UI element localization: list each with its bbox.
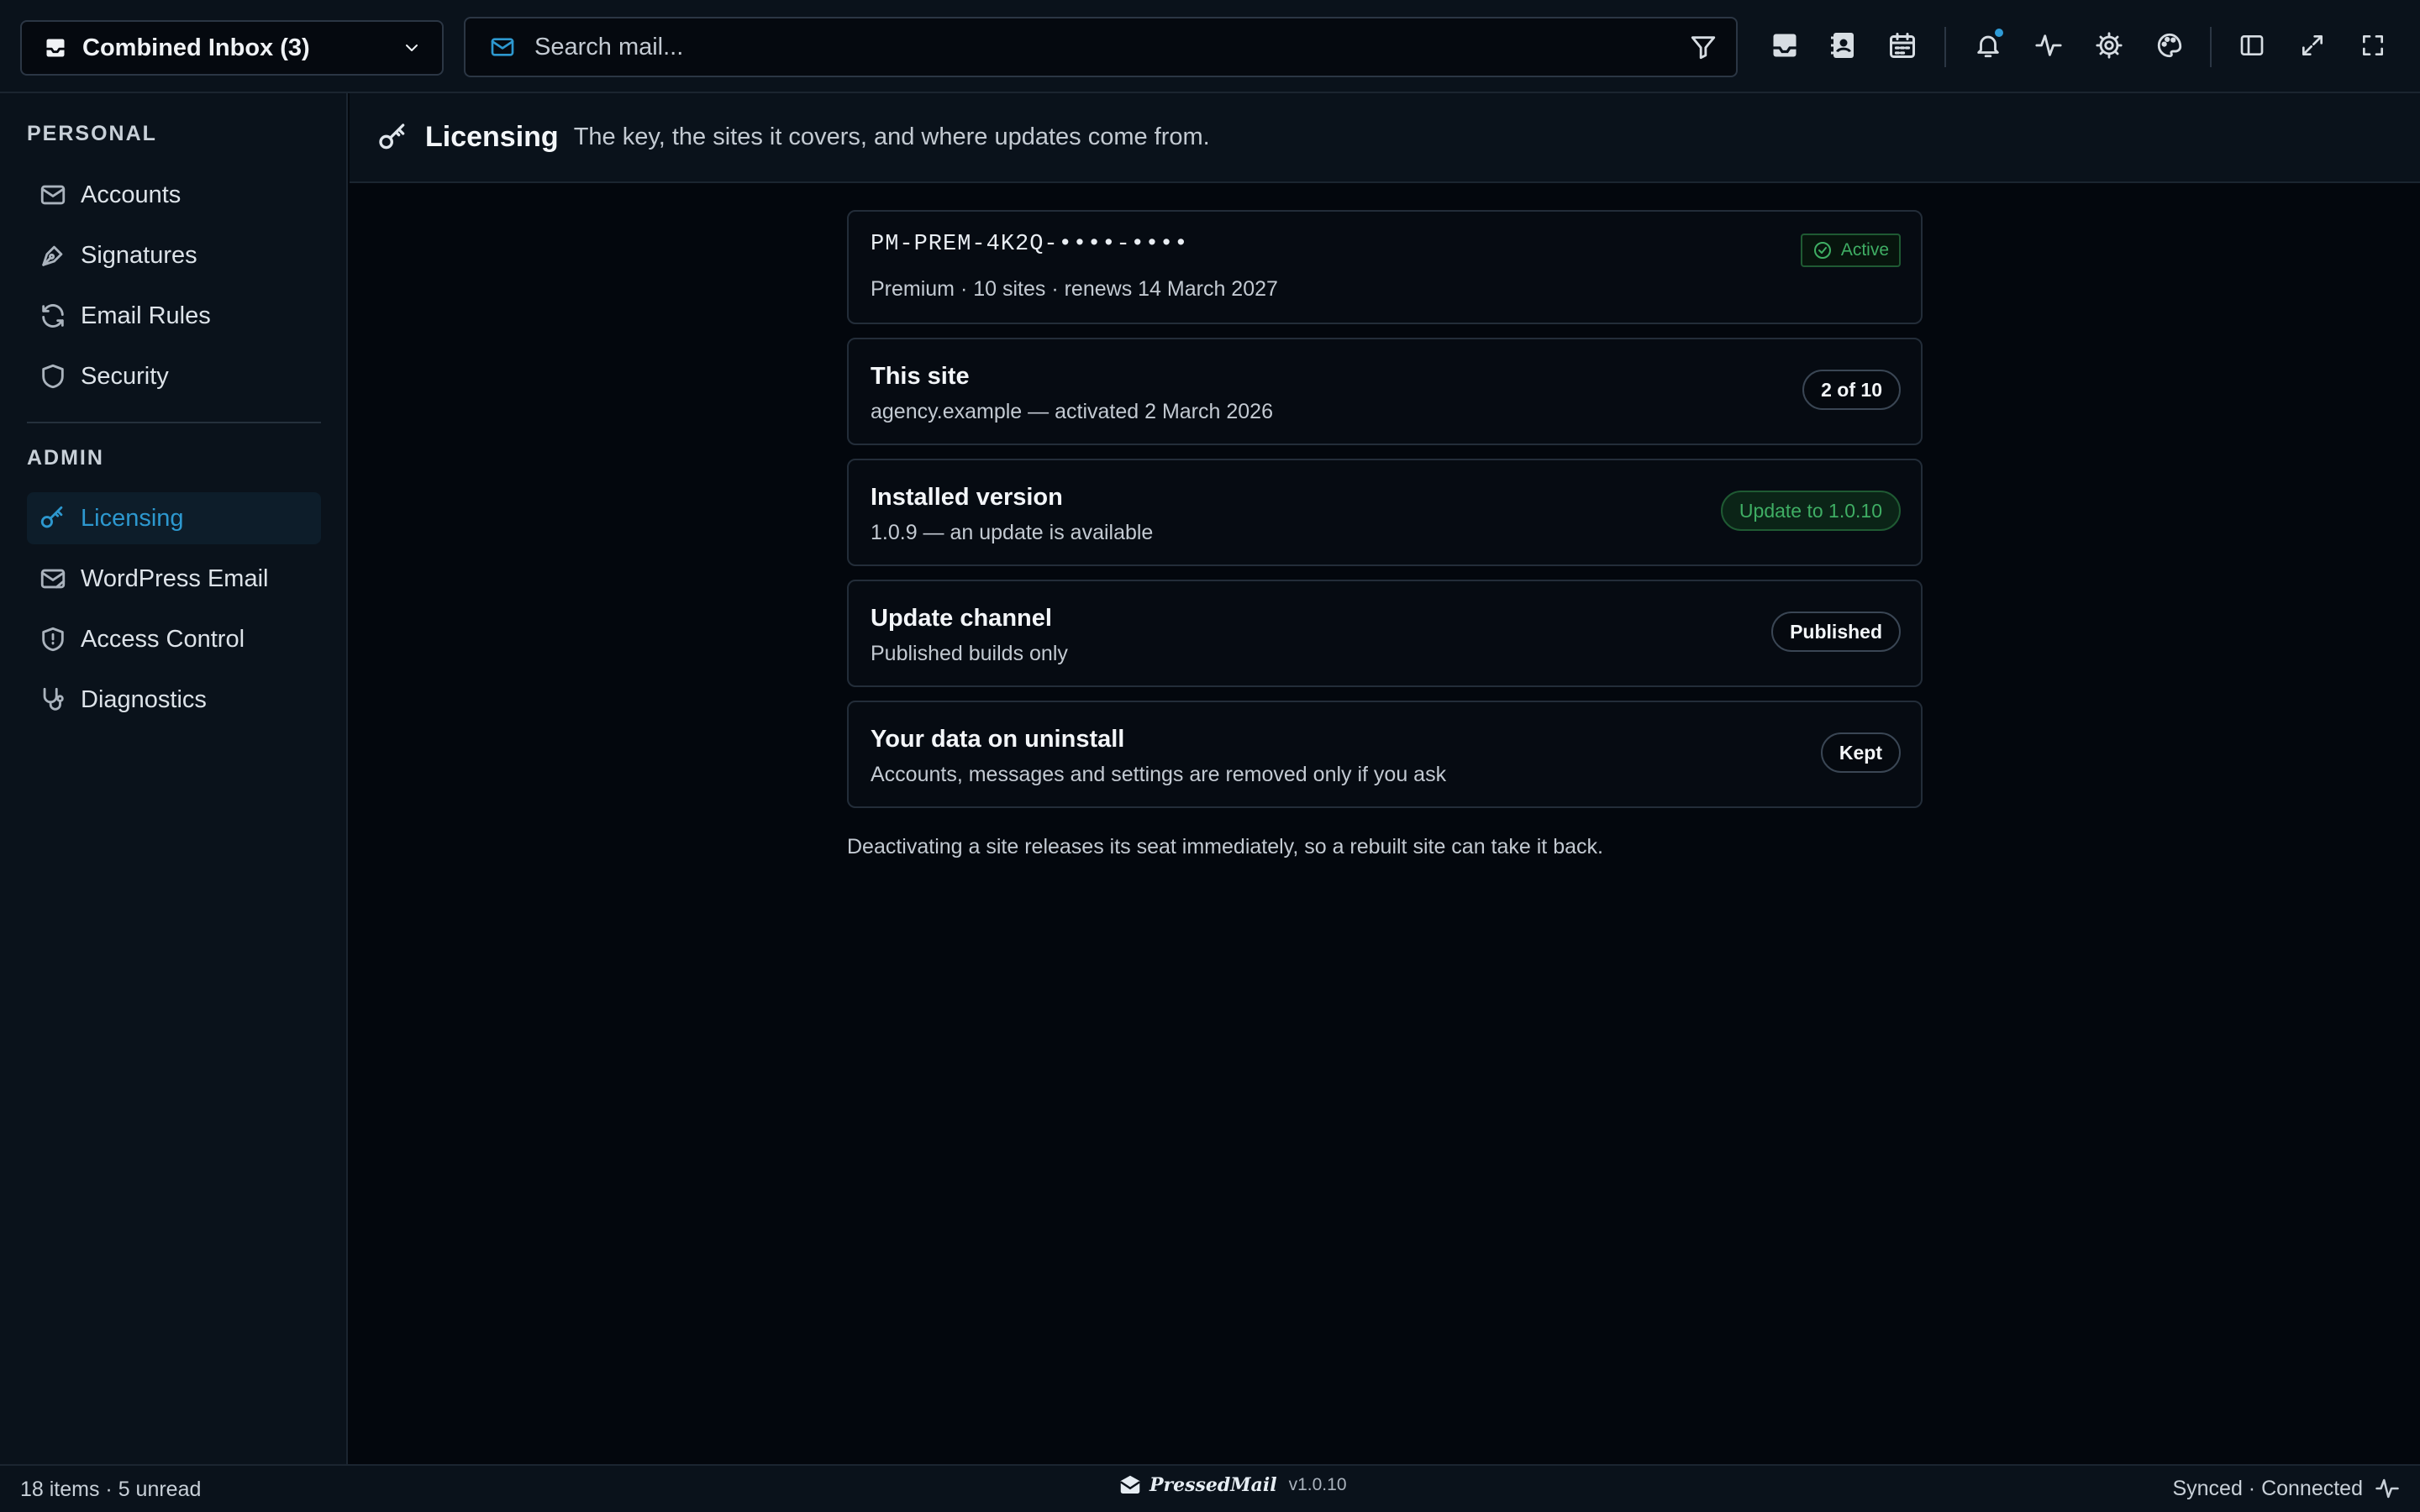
update-channel-card: Update channel Published builds only Pub… xyxy=(847,580,1923,687)
sidebar-item-access-control[interactable]: Access Control xyxy=(27,613,321,665)
card-subtitle: agency.example — activated 2 March 2026 xyxy=(871,400,1273,423)
license-key: PM-PREM-4K2Q-••••-•••• xyxy=(871,232,1189,257)
expand-button[interactable] xyxy=(2296,29,2329,62)
sidebar-item-label: WordPress Email xyxy=(81,564,269,592)
sidebar-item-label: Access Control xyxy=(81,625,245,653)
sidebar-divider xyxy=(27,422,321,423)
expand-icon xyxy=(2302,35,2323,55)
sync-status: Synced · Connected xyxy=(2172,1476,2363,1500)
chevron-down-icon xyxy=(406,45,418,51)
uninstall-data-pill[interactable]: Kept xyxy=(1820,732,1901,773)
shield-icon xyxy=(42,364,64,389)
notifications-button[interactable] xyxy=(1971,29,2005,62)
inbox-selector[interactable]: Combined Inbox (3) xyxy=(20,20,444,76)
card-title: Installed version xyxy=(871,484,1063,511)
sidebar-item-security[interactable]: Security xyxy=(27,350,321,402)
toolbar-divider xyxy=(1944,27,1946,67)
status-badge-label: Active xyxy=(1840,240,1889,260)
status-badge: Active xyxy=(1800,234,1901,267)
card-title: This site xyxy=(871,363,970,390)
license-details: Premium · 10 sites · renews 14 March 202… xyxy=(871,277,1278,301)
inbox-view-button[interactable] xyxy=(1768,29,1802,62)
search-input[interactable] xyxy=(534,33,1689,61)
card-subtitle: 1.0.9 — an update is available xyxy=(871,521,1154,544)
update-channel-pill[interactable]: Published xyxy=(1771,612,1901,652)
sidebar-toggle-icon xyxy=(2240,35,2264,55)
notification-dot xyxy=(1995,29,2003,37)
sidebar-item-label: Diagnostics xyxy=(81,685,207,713)
activity-button[interactable] xyxy=(2032,29,2065,62)
inbox-selector-label: Combined Inbox (3) xyxy=(82,34,310,61)
mail-icon xyxy=(491,38,514,56)
sidebar-item-wordpress-email[interactable]: WordPress Email xyxy=(27,553,321,605)
license-key-card: PM-PREM-4K2Q-••••-•••• Active Premium · … xyxy=(847,210,1923,324)
seat-count-pill: 2 of 10 xyxy=(1802,370,1901,410)
settings-icon xyxy=(2096,32,2123,59)
uninstall-data-card: Your data on uninstall Accounts, message… xyxy=(847,701,1923,808)
sidebar-item-signatures[interactable]: Signatures xyxy=(27,229,321,281)
connection-status: Synced · Connected xyxy=(2172,1476,2400,1501)
app-version: v1.0.10 xyxy=(1288,1475,1347,1494)
this-site-card: This site agency.example — activated 2 M… xyxy=(847,338,1923,445)
pen-icon xyxy=(42,245,63,266)
page-title: Licensing xyxy=(425,121,559,153)
mail-icon xyxy=(40,185,66,205)
card-subtitle: Accounts, messages and settings are remo… xyxy=(871,763,1447,786)
check-circle-icon xyxy=(1813,242,1831,259)
calendar-button[interactable] xyxy=(1886,29,1919,62)
toolbar-divider xyxy=(2210,27,2212,67)
sidebar-item-label: Signatures xyxy=(81,241,197,269)
sidebar-item-label: Security xyxy=(81,362,169,390)
card-subtitle: Published builds only xyxy=(871,642,1068,665)
installed-version-card: Installed version 1.0.9 — an update is a… xyxy=(847,459,1923,566)
palette-icon xyxy=(2157,33,2182,58)
shield-check-icon xyxy=(42,627,64,652)
page-header: Licensing The key, the sites it covers, … xyxy=(350,93,2420,183)
sidebar-section-admin: ADMIN xyxy=(27,446,104,470)
theme-button[interactable] xyxy=(2153,29,2186,62)
key-icon xyxy=(379,123,405,149)
deactivation-note: Deactivating a site releases its seat im… xyxy=(847,835,1603,858)
sidebar-item-label: Licensing xyxy=(81,504,184,532)
mail-icon xyxy=(40,569,66,589)
search-bar xyxy=(464,17,1738,77)
refresh-icon xyxy=(42,304,64,328)
brand: PressedMail v1.0.10 xyxy=(1118,1473,1347,1498)
key-icon xyxy=(40,506,63,528)
update-button[interactable]: Update to 1.0.10 xyxy=(1720,491,1901,531)
brand-name: PressedMail xyxy=(1150,1474,1277,1496)
sidebar-item-email-rules[interactable]: Email Rules xyxy=(27,290,321,342)
activity-icon xyxy=(2035,34,2062,56)
sidebar: PERSONAL Accounts Signatures Email Rules… xyxy=(0,93,348,1464)
sidebar-section-personal: PERSONAL xyxy=(27,122,157,145)
calendar-icon xyxy=(1890,33,1915,58)
sidebar-item-label: Email Rules xyxy=(81,302,211,329)
sidebar-toggle-button[interactable] xyxy=(2235,29,2269,62)
sidebar-item-label: Accounts xyxy=(81,181,182,208)
item-count: 18 items · 5 unread xyxy=(20,1478,202,1501)
card-title: Update channel xyxy=(871,605,1052,632)
contacts-icon xyxy=(1831,33,1854,58)
fullscreen-icon xyxy=(2363,35,2383,55)
sidebar-item-accounts[interactable]: Accounts xyxy=(27,169,321,221)
activity-icon xyxy=(2375,1478,2399,1499)
contacts-button[interactable] xyxy=(1827,29,1860,62)
page-subtitle: The key, the sites it covers, and where … xyxy=(573,123,1210,150)
inbox-icon xyxy=(1773,34,1797,57)
fullscreen-button[interactable] xyxy=(2356,29,2390,62)
sidebar-item-diagnostics[interactable]: Diagnostics xyxy=(27,674,321,726)
status-bar: 18 items · 5 unread PressedMail v1.0.10 … xyxy=(0,1464,2420,1512)
settings-button[interactable] xyxy=(2092,29,2126,62)
card-title: Your data on uninstall xyxy=(871,726,1125,753)
pressedmail-logo-icon xyxy=(1120,1475,1140,1494)
top-bar: Combined Inbox (3) xyxy=(0,0,2420,93)
stethoscope-icon xyxy=(43,687,64,711)
filter-icon[interactable] xyxy=(1689,33,1718,61)
sidebar-item-licensing[interactable]: Licensing xyxy=(27,492,321,544)
inbox-icon xyxy=(45,39,66,57)
